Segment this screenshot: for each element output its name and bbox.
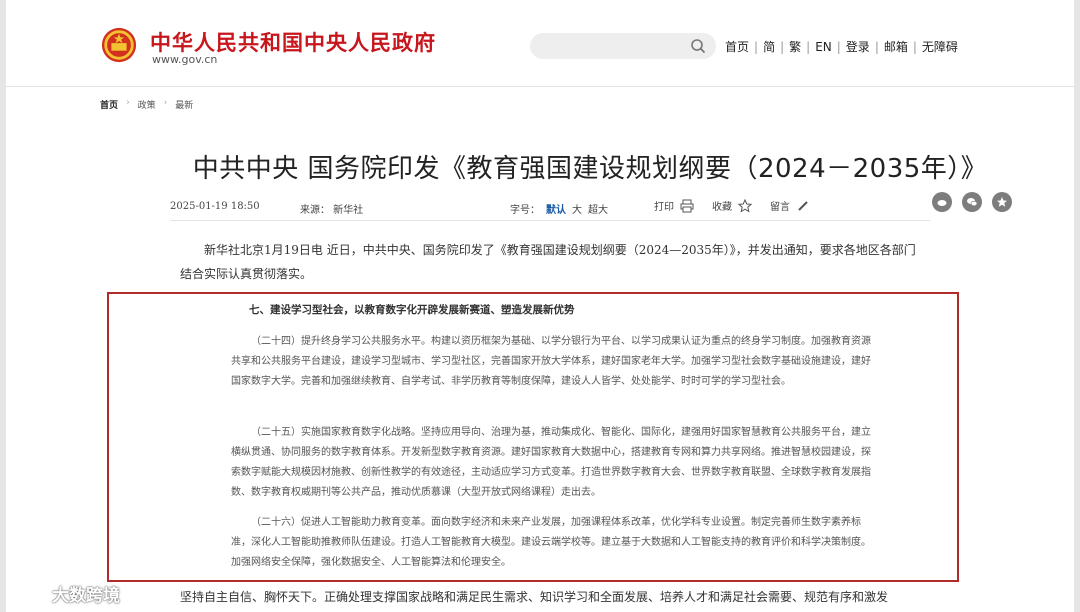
window-edge-left bbox=[0, 0, 6, 612]
font-size-switcher: 字号： 默认 大 超大 bbox=[510, 201, 608, 216]
excerpt-paragraph: （二十四）提升终身学习公共服务水平。构建以资历框架为基础、以学分银行为平台、以学… bbox=[231, 336, 871, 387]
article-lead: 新华社北京1月19日电 近日，中共中央、国务院印发了《教育强国建设规划纲要（20… bbox=[180, 243, 916, 281]
pencil-icon[interactable] bbox=[796, 199, 810, 213]
watermark-logo-icon bbox=[10, 585, 40, 602]
nav-home[interactable]: 首页 bbox=[722, 38, 752, 55]
search-input[interactable] bbox=[530, 33, 716, 59]
watermark: 大数跨境 bbox=[8, 581, 120, 606]
favorite-label[interactable]: 收藏 bbox=[712, 198, 732, 213]
nav-accessibility[interactable]: 无障碍 bbox=[919, 38, 961, 55]
watermark-text: 大数跨境 bbox=[52, 586, 120, 606]
nav-traditional[interactable]: 繁 bbox=[786, 38, 804, 55]
comment-label[interactable]: 留言 bbox=[770, 198, 790, 213]
share-wechat-button[interactable] bbox=[962, 192, 982, 212]
national-emblem-icon[interactable] bbox=[100, 26, 138, 64]
font-size-xlarge[interactable]: 超大 bbox=[588, 201, 608, 216]
breadcrumb-policy[interactable]: 政策 bbox=[138, 98, 156, 111]
font-size-label: 字号： bbox=[510, 205, 540, 216]
chevron-right-icon: › bbox=[163, 98, 168, 108]
article-meta: 2025-01-19 18:50 来源： 新华社 字号： 默认 大 超大 打印 … bbox=[170, 192, 1012, 221]
star-icon[interactable] bbox=[738, 198, 752, 213]
section-heading: 七、建设学习型社会，以教育数字化开辟发展新赛道、塑造发展新优势 bbox=[249, 304, 575, 316]
breadcrumb-home[interactable]: 首页 bbox=[100, 98, 118, 111]
weibo-icon bbox=[937, 200, 947, 206]
font-size-default[interactable]: 默认 bbox=[546, 201, 566, 216]
article-paragraph: 坚持自主自信、胸怀天下。正确处理支撑国家战略和满足民生需求、知识学习和全面发展、… bbox=[180, 590, 889, 604]
printer-icon[interactable] bbox=[680, 199, 694, 213]
excerpt-paragraph: （二十五）实施国家教育数字化战略。坚持应用导向、治理为基，推动集成化、智能化、国… bbox=[231, 427, 871, 498]
nav-mail[interactable]: 邮箱 bbox=[881, 38, 911, 55]
highlighted-excerpt: 七、建设学习型社会，以教育数字化开辟发展新赛道、塑造发展新优势 （二十四）提升终… bbox=[107, 292, 959, 582]
wechat-icon bbox=[967, 198, 978, 207]
nav-simplified[interactable]: 简 bbox=[760, 38, 778, 55]
window-edge-right bbox=[1074, 0, 1080, 612]
article-tools: 打印 收藏 留言 bbox=[654, 198, 810, 213]
breadcrumb: 首页 › 政策 › 最新 bbox=[100, 98, 193, 111]
site-header: 中华人民共和国中央人民政府 www.gov.cn 首页 | 简 | 繁 | EN | 登… bbox=[6, 0, 1074, 87]
share-qzone-button[interactable] bbox=[992, 192, 1012, 212]
breadcrumb-latest[interactable]: 最新 bbox=[175, 98, 193, 111]
search-icon[interactable] bbox=[690, 38, 706, 54]
print-label[interactable]: 打印 bbox=[654, 198, 674, 213]
share-weibo-button[interactable] bbox=[932, 192, 952, 212]
nav-english[interactable]: EN bbox=[812, 40, 835, 54]
top-nav: 首页 | 简 | 繁 | EN | 登录 | 邮箱 | 无障碍 bbox=[722, 38, 961, 55]
publish-date: 2025-01-19 18:50 bbox=[170, 201, 260, 212]
qzone-star-icon bbox=[997, 197, 1007, 207]
site-url[interactable]: www.gov.cn bbox=[152, 53, 217, 66]
nav-login[interactable]: 登录 bbox=[843, 38, 873, 55]
article-source: 来源： 新华社 bbox=[300, 205, 364, 216]
chevron-right-icon: › bbox=[126, 98, 130, 108]
excerpt-paragraph: （二十六）促进人工智能助力教育变革。面向数字经济和未来产业发展，加强课程体系改革… bbox=[231, 517, 871, 568]
page-title: 中共中央 国务院印发《教育强国建设规划纲要（2024－2035年）》 bbox=[192, 154, 988, 184]
share-buttons bbox=[932, 192, 1012, 212]
font-size-large[interactable]: 大 bbox=[572, 201, 582, 216]
